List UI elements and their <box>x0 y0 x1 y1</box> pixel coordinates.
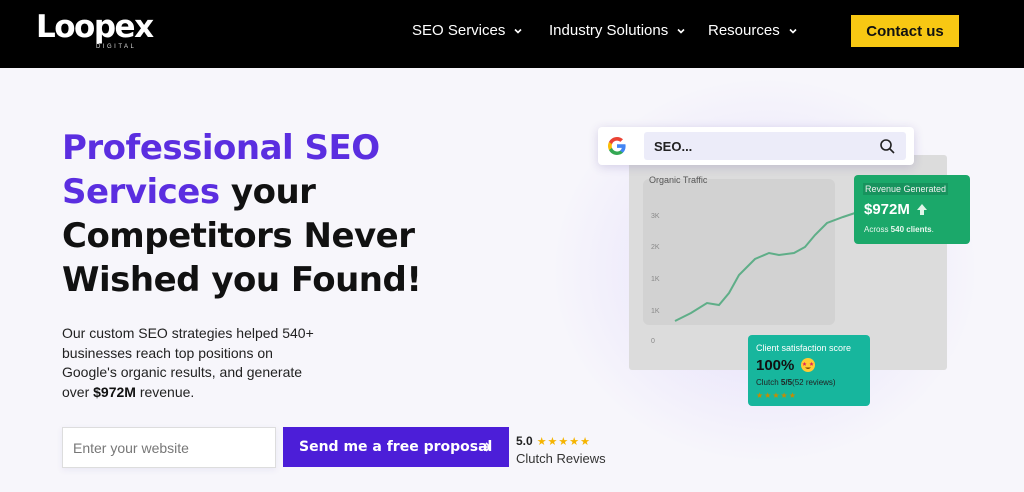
clutch-rating: 5.0 ★★★★★ Clutch Reviews <box>516 434 606 466</box>
rating-stars: ★★★★★ <box>536 436 591 448</box>
nav-seo-services[interactable]: SEO Services <box>412 22 523 39</box>
revenue-value: $972M <box>864 201 910 218</box>
arrow-right-icon <box>479 442 492 452</box>
rating-score: 5.0 <box>516 434 533 448</box>
csat-subtitle: Clutch 5/5(52 reviews) <box>756 378 836 387</box>
revenue-card: Revenue Generated $972M Across 540 clien… <box>854 175 970 244</box>
csat-title: Client satisfaction score <box>756 343 852 353</box>
csat-sub-reviews: (52 reviews) <box>792 378 836 387</box>
revenue-title: Revenue Generated <box>863 183 949 195</box>
search-icon[interactable] <box>879 138 896 155</box>
nav-item-label: Resources <box>708 22 780 39</box>
top-navbar: Loopex DIGITAL SEO Services Industry Sol… <box>0 0 1024 68</box>
hero-headline: Professional SEO Services your Competito… <box>62 126 482 302</box>
google-search-bar[interactable]: SEO... <box>598 127 914 165</box>
search-query: SEO... <box>654 139 693 154</box>
brand-name: Loopex <box>36 9 154 45</box>
brand-tagline: DIGITAL <box>96 44 137 50</box>
chevron-down-icon <box>514 28 522 34</box>
star-eyes-emoji-icon <box>801 358 815 372</box>
free-proposal-button[interactable]: Send me a free proposal <box>283 427 509 467</box>
arrow-up-icon <box>917 204 927 215</box>
description-highlight: $972M <box>93 383 136 400</box>
chevron-down-icon <box>677 28 685 34</box>
csat-sub-text: Clutch <box>756 378 781 387</box>
nav-item-label: Industry Solutions <box>549 22 669 39</box>
revenue-note-clients: 540 clients <box>890 225 932 234</box>
revenue-note: Across 540 clients. <box>864 225 934 234</box>
client-satisfaction-card: Client satisfaction score 100% Clutch 5/… <box>748 335 870 406</box>
csat-stars: ★★★★★ <box>756 391 797 400</box>
rating-source: Clutch Reviews <box>516 451 606 466</box>
website-input[interactable] <box>62 427 276 468</box>
revenue-note-end: . <box>931 225 934 234</box>
csat-sub-score: 5/5 <box>780 378 793 387</box>
chevron-down-icon <box>789 28 797 34</box>
brand-logo[interactable]: Loopex DIGITAL <box>36 9 154 51</box>
nav-resources[interactable]: Resources <box>708 22 798 39</box>
csat-value: 100% <box>756 357 795 374</box>
search-field[interactable]: SEO... <box>644 132 906 160</box>
revenue-note-text: Across <box>864 225 891 234</box>
description-text-end: revenue. <box>135 383 195 400</box>
nav-item-label: SEO Services <box>412 22 506 39</box>
contact-us-button[interactable]: Contact us <box>851 15 959 47</box>
nav-industry-solutions[interactable]: Industry Solutions <box>549 22 686 39</box>
proposal-button-label: Send me a free proposal <box>299 439 493 455</box>
google-logo-icon <box>608 137 626 155</box>
hero-description: Our custom SEO strategies helped 540+ bu… <box>62 324 322 402</box>
